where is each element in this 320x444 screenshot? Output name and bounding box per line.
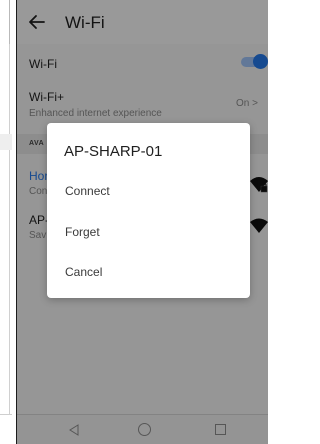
cancel-label: Cancel: [65, 265, 103, 279]
divider: [9, 0, 10, 44]
cancel-option[interactable]: Cancel: [47, 257, 250, 289]
forget-label: Forget: [65, 225, 100, 239]
dialog-title: AP-SHARP-01: [64, 143, 163, 160]
section-band: [0, 134, 12, 150]
divider: [9, 44, 10, 414]
phone-screen: Wi-Fi Wi-Fi Wi-Fi+ Enhanced internet exp…: [16, 0, 268, 444]
connect-option[interactable]: Connect: [47, 176, 250, 208]
network-options-dialog: AP-SHARP-01 Connect Forget Cancel: [47, 123, 250, 298]
background-window-edge: [0, 0, 12, 444]
connect-label: Connect: [65, 184, 110, 198]
divider: [0, 414, 12, 415]
forget-option[interactable]: Forget: [47, 217, 250, 249]
